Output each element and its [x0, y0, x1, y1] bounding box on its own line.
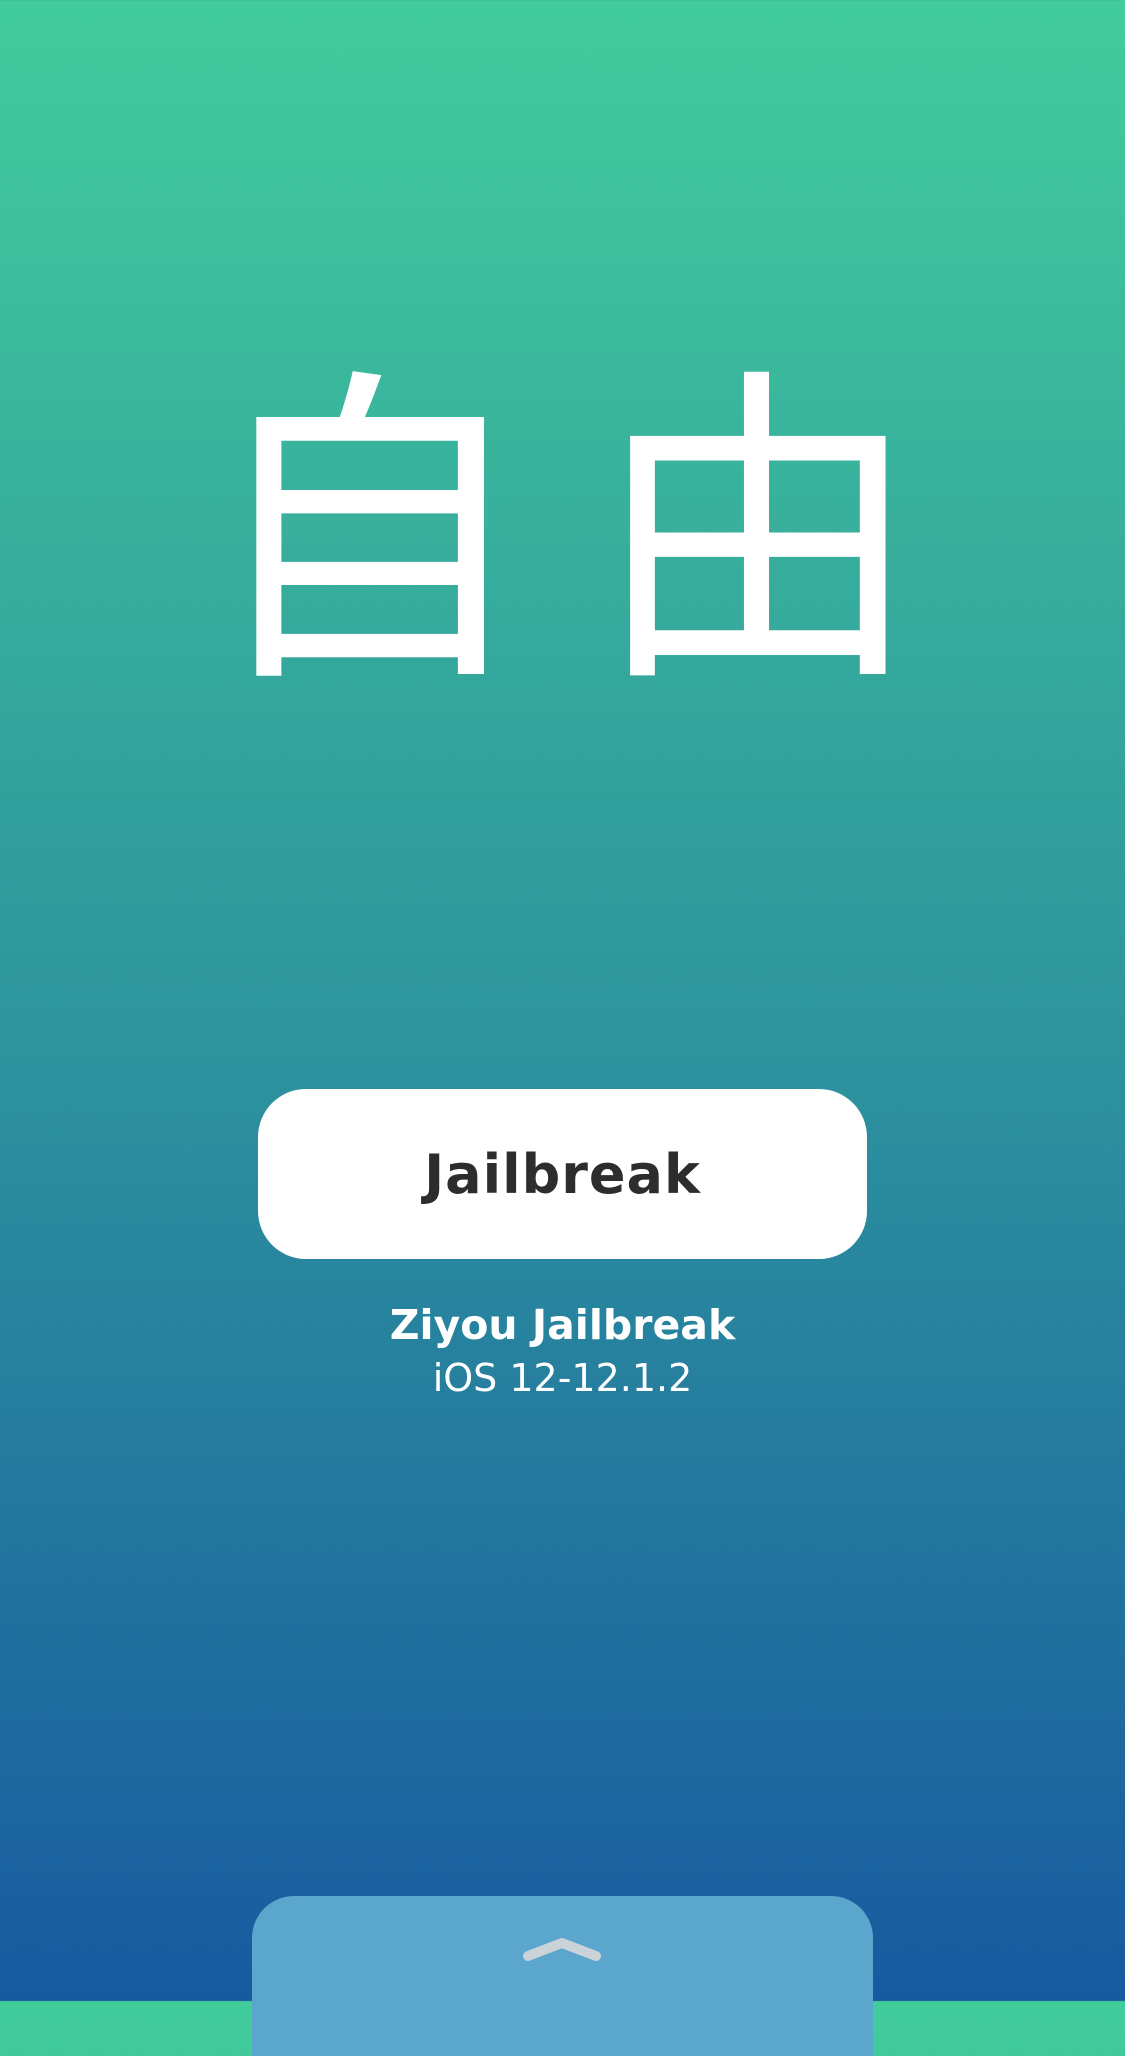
app-title: Ziyou Jailbreak	[389, 1301, 736, 1349]
settings-drawer-handle[interactable]	[252, 1896, 873, 2056]
app-logo-text: 自由	[202, 343, 983, 727]
chevron-up-icon	[523, 1938, 601, 1961]
ios-version-label: iOS 12-12.1.2	[432, 1356, 693, 1400]
jailbreak-button-label: Jailbreak	[424, 1142, 701, 1206]
jailbreak-button[interactable]: Jailbreak	[258, 1089, 867, 1259]
